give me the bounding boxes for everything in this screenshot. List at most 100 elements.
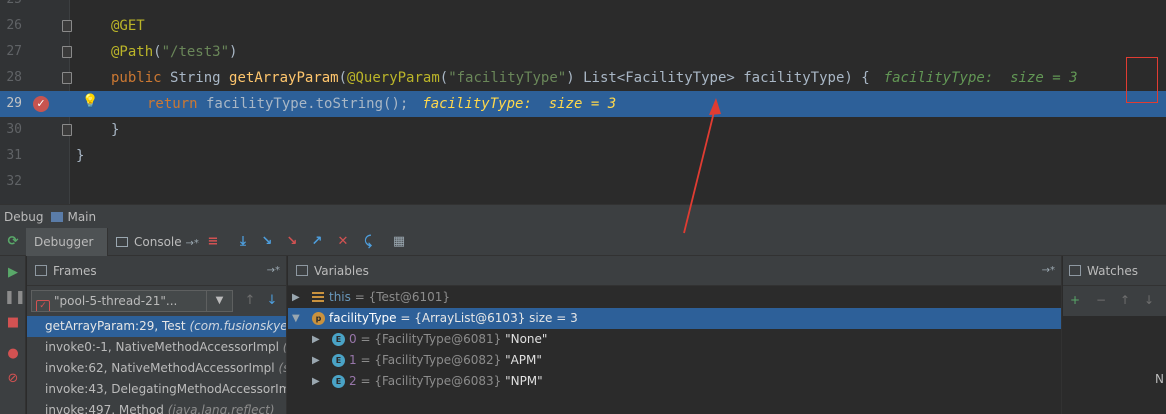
frame-package: (com.fusionskye.e <box>189 319 287 333</box>
annotation-highlight-box <box>1126 57 1158 103</box>
step-over-icon[interactable]: ⤓ <box>234 233 252 251</box>
closing-brace: } <box>76 148 85 164</box>
expand-arrow-icon[interactable]: ▶ <box>312 350 320 371</box>
variable-string: "NPM" <box>505 374 543 388</box>
fold-marker-icon[interactable] <box>62 20 72 32</box>
line-number: 32 <box>6 174 22 189</box>
expand-arrow-icon[interactable]: ▶ <box>312 371 320 392</box>
fold-marker-icon[interactable] <box>62 72 72 84</box>
rerun-icon[interactable]: ⟳ <box>4 233 22 251</box>
thread-dropdown[interactable]: ✓ "pool-5-thread-21"... <box>31 290 207 312</box>
line-number: 31 <box>6 148 22 163</box>
frames-header: Frames →* <box>27 256 286 286</box>
annotation-queryparam: @QueryParam <box>347 70 440 86</box>
watches-title: Watches <box>1087 264 1138 278</box>
force-step-into-icon[interactable]: ↘ <box>283 233 301 251</box>
collapse-arrow-icon[interactable]: ▼ <box>292 308 300 329</box>
variable-row[interactable]: ▶ E 2 = {FacilityType@6083} "NPM" <box>288 371 1061 392</box>
code-line-25: 25 <box>0 0 1166 13</box>
arrow-up-icon[interactable]: ↑ <box>241 292 259 310</box>
frame-item[interactable]: getArrayParam:29, Test (com.fusionskye.e <box>27 316 287 337</box>
variables-panel: Variables →* ▶ this = {Test@6101} ▼ p fa… <box>288 256 1062 414</box>
lightbulb-icon[interactable]: 💡 <box>82 94 98 109</box>
line-number: 27 <box>6 44 22 59</box>
arrow-down-icon[interactable]: ↓ <box>263 292 281 310</box>
mute-breakpoints-icon[interactable]: ⊘ <box>4 370 22 388</box>
tab-debugger[interactable]: Debugger <box>26 228 108 256</box>
frame-method: invoke:62, NativeMethodAccessorImpl <box>45 361 275 375</box>
code-line-26: 26 @GET <box>0 13 1166 39</box>
code-line-29-current: 29 ✓ 💡 return facilityType.toString(); fa… <box>0 91 1166 117</box>
fold-marker-icon[interactable] <box>62 46 72 58</box>
tab-label: Debugger <box>34 235 94 249</box>
frame-item[interactable]: invoke:497, Method (java.lang.reflect) <box>27 400 286 414</box>
variable-value: = {FacilityType@6082} <box>356 353 506 367</box>
run-config-icon <box>51 212 64 222</box>
evaluate-expression-icon[interactable]: ▦ <box>390 233 408 251</box>
frame-item[interactable]: invoke:43, DelegatingMethodAccessorImp <box>27 379 287 400</box>
frame-method: invoke0:-1, NativeMethodAccessorImpl <box>45 340 279 354</box>
variable-row[interactable]: ▶ this = {Test@6101} <box>288 287 1061 308</box>
frame-method: invoke:497, Method <box>45 403 164 414</box>
variable-row[interactable]: ▶ E 0 = {FacilityType@6081} "None" <box>288 329 1061 350</box>
variable-row[interactable]: ▶ E 1 = {FacilityType@6082} "APM" <box>288 350 1061 371</box>
annotation-get: @GET <box>111 18 145 34</box>
filter-icon[interactable]: ▼ <box>284 292 286 310</box>
show-execution-point-icon[interactable]: ≡ <box>204 233 222 251</box>
watches-header: Watches <box>1063 256 1166 286</box>
variable-value: = {Test@6101} <box>350 290 451 304</box>
view-breakpoints-icon[interactable]: ● <box>4 345 22 363</box>
move-up-icon[interactable]: ↑ <box>1117 292 1133 308</box>
debug-side-toolbar: ▶ ❚❚ ■ ● ⊘ <box>0 256 26 414</box>
run-to-cursor-icon[interactable]: ⤹ <box>359 233 377 251</box>
frame-package: (java.lang.reflect) <box>167 403 275 414</box>
watch-list[interactable] <box>1063 316 1166 414</box>
line-number: 25 <box>0 0 22 13</box>
variable-value: = {ArrayList@6103} size = 3 <box>396 311 578 325</box>
watches-panel: Watches + − ↑ ↓ N <box>1063 256 1166 414</box>
frames-title: Frames <box>53 264 97 278</box>
frame-item[interactable]: invoke0:-1, NativeMethodAccessorImpl (s <box>27 337 287 358</box>
return-expression: facilityType.toString(); <box>197 96 409 112</box>
expand-arrow-icon[interactable]: ▶ <box>292 287 300 308</box>
fold-marker-icon[interactable] <box>62 124 72 136</box>
thread-icon: ✓ <box>36 300 50 311</box>
code-editor[interactable]: 25 26 @GET 27 @Path("/test3") 28 public … <box>0 0 1166 204</box>
expand-arrow-icon[interactable]: ▶ <box>312 329 320 350</box>
paren: ( <box>153 44 162 60</box>
variable-row[interactable]: ▼ p facilityType = {ArrayList@6103} size… <box>288 308 1061 329</box>
frames-icon <box>35 265 47 276</box>
step-into-icon[interactable]: ↘ <box>258 233 276 251</box>
enum-icon: E <box>332 333 345 346</box>
pin-icon[interactable]: →* <box>267 256 280 286</box>
variables-title: Variables <box>314 264 369 278</box>
variables-header: Variables →* <box>288 256 1061 286</box>
frame-method: invoke:43, DelegatingMethodAccessorImp <box>45 382 287 396</box>
path-string: "/test3" <box>161 44 230 60</box>
pause-icon[interactable]: ❚❚ <box>4 289 26 307</box>
breakpoint-icon[interactable]: ✓ <box>33 96 49 112</box>
line-number: 29 <box>6 96 22 111</box>
tab-label: Console <box>134 235 182 249</box>
frame-package: (s <box>282 340 287 354</box>
remove-watch-icon[interactable]: − <box>1093 292 1109 308</box>
pin-icon[interactable]: →* <box>1042 256 1055 286</box>
resume-icon[interactable]: ▶ <box>4 264 22 282</box>
code-line-30: 30 } <box>0 117 1166 143</box>
queryparam-string: "facilityType" <box>448 70 567 86</box>
chevron-down-icon[interactable]: ▼ <box>207 290 233 312</box>
step-out-icon[interactable]: ↗ <box>308 233 326 251</box>
inline-debug-hint: facilityType: size = 3 <box>883 70 1078 86</box>
tab-console[interactable]: Console →* <box>108 228 202 256</box>
annotation-path: @Path <box>111 44 154 60</box>
debug-tab-bar: ⟳ Debugger Console →* ≡ ⤓ ↘ ↘ ↗ ✕ ⤹ ▦ <box>0 228 1166 256</box>
stop-icon[interactable]: ■ <box>4 314 22 332</box>
run-config-name: Main <box>67 210 97 224</box>
frame-item[interactable]: invoke:62, NativeMethodAccessorImpl (su <box>27 358 286 379</box>
enum-icon: E <box>332 354 345 367</box>
pin-icon: →* <box>185 238 199 249</box>
drop-frame-icon[interactable]: ✕ <box>334 233 352 251</box>
console-icon <box>116 237 128 247</box>
move-down-icon[interactable]: ↓ <box>1141 292 1157 308</box>
add-watch-icon[interactable]: + <box>1067 292 1083 308</box>
